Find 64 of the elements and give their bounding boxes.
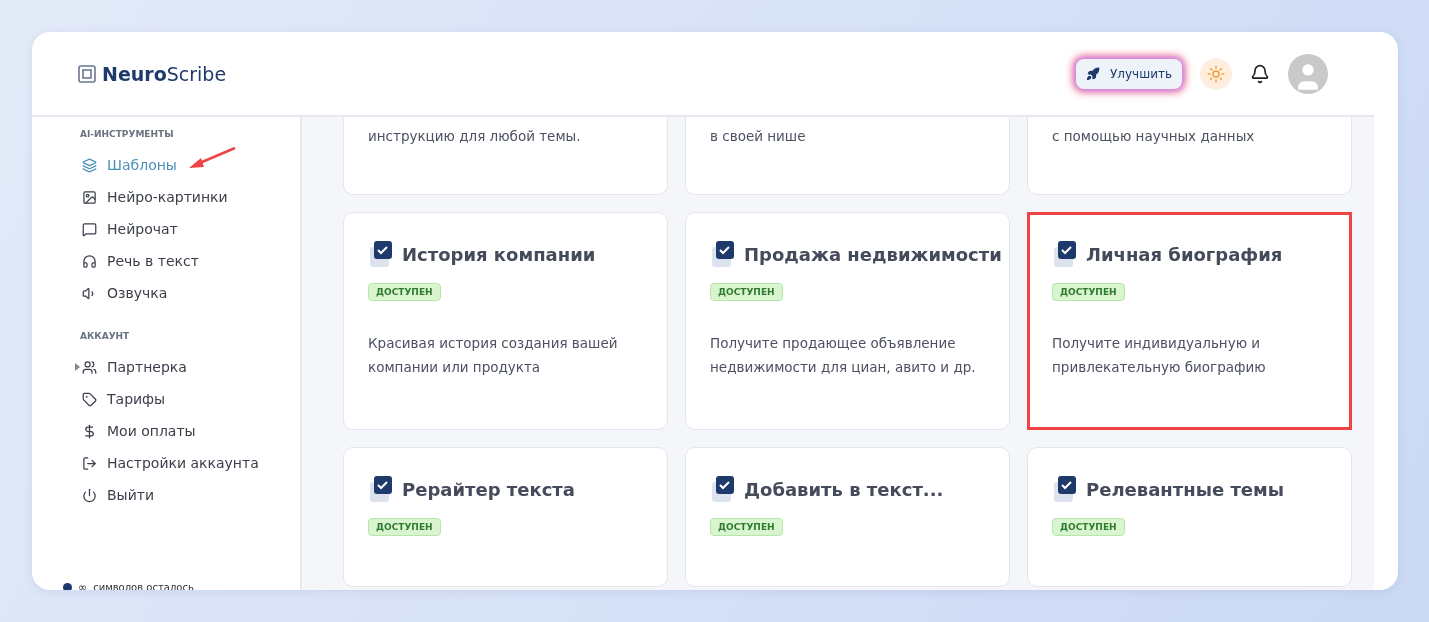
bell-icon[interactable] (1250, 63, 1270, 84)
sidebar-item[interactable]: Нейрочат (82, 221, 178, 237)
template-card[interactable]: Продажа недвижимости ДОСТУПЕН Получите продающее объявление недвижимости для циан, авито и др. (685, 212, 1010, 430)
sidebar-item[interactable]: Настройки аккаунта (82, 455, 259, 471)
layers-icon (82, 157, 97, 173)
users-icon (82, 359, 97, 375)
template-card[interactable]: инструкцию для любой темы. (343, 117, 668, 195)
status-badge: ДОСТУПЕН (1052, 518, 1125, 536)
checkbox-icon (368, 474, 394, 504)
checkbox-icon (1052, 474, 1078, 504)
checkbox-icon (710, 239, 736, 269)
upgrade-button[interactable]: Улучшить (1076, 58, 1182, 89)
expand-caret-icon[interactable] (75, 363, 80, 371)
template-card[interactable]: Личная биография ДОСТУПЕН Получите индивидуальную и привлекательную биографию (1027, 212, 1352, 430)
template-card[interactable]: Рерайтер текста ДОСТУПЕН (343, 447, 668, 587)
template-card[interactable]: Релевантные темы ДОСТУПЕН (1027, 447, 1352, 587)
card-description: с помощью научных данных (1052, 127, 1256, 146)
theme-toggle-button[interactable] (1200, 57, 1232, 90)
status-dot (63, 583, 72, 590)
card-title: Продажа недвижимости (744, 243, 1002, 265)
checkbox-icon (1052, 239, 1078, 269)
section-title: AI-ИНСТРУМЕНТЫ (80, 129, 175, 139)
card-title: Добавить в текст... (744, 478, 944, 500)
sidebar-item[interactable]: Озвучка (82, 285, 168, 301)
checkbox-icon (368, 239, 394, 269)
template-card[interactable]: с помощью научных данных (1027, 117, 1352, 195)
card-description: инструкцию для любой темы. (368, 127, 582, 146)
tag-icon (82, 391, 97, 407)
card-description: в своей нише (710, 127, 807, 146)
section-title: АККАУНТ (80, 331, 131, 341)
sidebar-item[interactable]: Речь в текст (82, 253, 199, 269)
sidebar-item[interactable]: Мои оплаты (82, 423, 196, 439)
sidebar-item[interactable]: Выйти (82, 487, 154, 503)
status-badge: ДОСТУПЕН (368, 283, 441, 301)
sidebar-item[interactable]: Партнерка (82, 359, 187, 375)
card-description: Получите продающее объявление недвижимости для циан, авито и др. (710, 334, 977, 377)
dollar-icon (82, 423, 97, 439)
rocket-icon (1086, 66, 1100, 81)
sidebar-item[interactable]: Шаблоны (82, 157, 177, 173)
logo-text[interactable]: NeuroScribe (102, 62, 227, 85)
template-card[interactable]: в своей нише (685, 117, 1010, 195)
status-badge: ДОСТУПЕН (710, 283, 783, 301)
sun-icon (1207, 64, 1225, 83)
sidebar-item[interactable]: Тарифы (82, 391, 166, 407)
logout-icon (82, 455, 97, 471)
headphones-icon (82, 253, 97, 269)
card-title: История компании (402, 243, 596, 265)
power-icon (82, 487, 97, 503)
template-card[interactable]: Добавить в текст... ДОСТУПЕН (685, 447, 1010, 587)
checkbox-icon (710, 474, 736, 504)
image-icon (82, 189, 97, 205)
card-title: Релевантные темы (1086, 478, 1285, 500)
status-badge: ДОСТУПЕН (1052, 283, 1125, 301)
card-title: Рерайтер текста (402, 478, 575, 500)
status-badge: ДОСТУПЕН (368, 518, 441, 536)
template-card[interactable]: История компании ДОСТУПЕН Красивая история создания вашей компании или продукта (343, 212, 668, 430)
logo-icon (78, 64, 96, 83)
card-description: Красивая история создания вашей компании или продукта (368, 334, 619, 377)
chat-bubble-icon (82, 221, 97, 237)
sidebar-item[interactable]: Нейро-картинки (82, 189, 228, 205)
status-badge: ДОСТУПЕН (710, 518, 783, 536)
card-title: Личная биография (1086, 243, 1283, 265)
card-description: Получите индивидуальную и привлекательную биографию (1052, 334, 1267, 377)
infinity-icon: ∞ (78, 581, 88, 590)
